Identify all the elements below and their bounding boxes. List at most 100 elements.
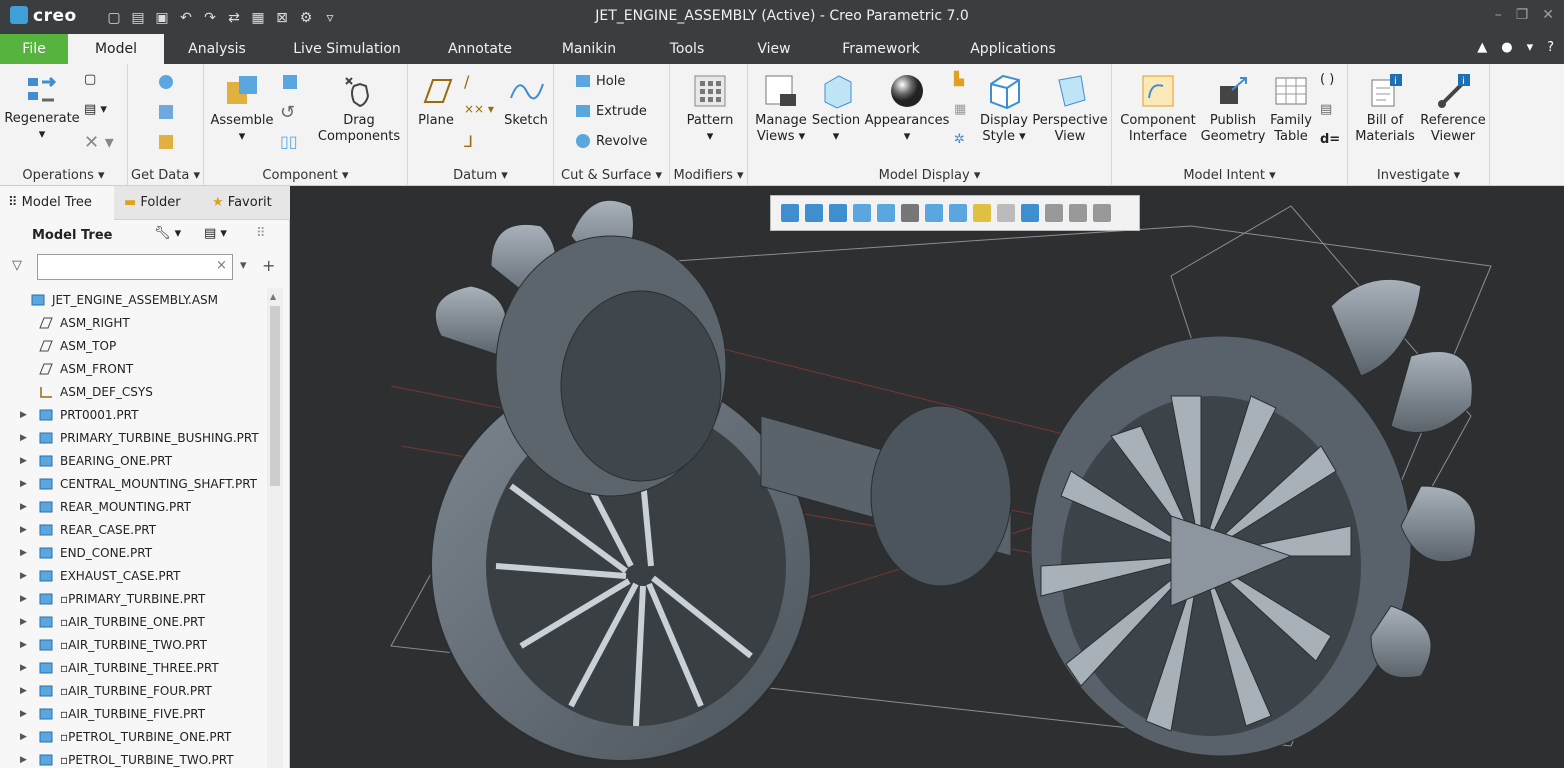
tab-view[interactable]: View [742,34,806,64]
drag-components-button[interactable]: Drag Components [312,72,406,145]
tree-item[interactable]: ▶ ▫AIR_TURBINE_FOUR.PRT [0,679,212,702]
tree-item[interactable]: ▶ ▫PRIMARY_TURBINE.PRT [0,587,205,610]
learning-icon[interactable]: ▾ [1527,40,1534,55]
spin-center-icon[interactable] [1021,204,1039,222]
view-manager-icon[interactable] [925,204,943,222]
maximize-icon[interactable]: ❐ [1516,7,1529,23]
pattern-button[interactable]: Pattern ▾ [678,72,742,145]
assemble-button[interactable]: Assemble ▾ [210,72,274,145]
family-table-button[interactable]: Family Table [1268,72,1314,145]
tree-columns-icon[interactable]: ▤ ▾ [204,226,227,241]
redo-icon[interactable]: ↷ [200,9,220,27]
component-group-label[interactable]: Component ▾ [204,168,407,183]
bill-of-materials-button[interactable]: i Bill of Materials [1352,72,1418,145]
tab-applications[interactable]: Applications [958,34,1068,64]
sketch-button[interactable]: Sketch [502,72,550,129]
tab-annotate[interactable]: Annotate [432,34,528,64]
component-interface-button[interactable]: Component Interface [1118,72,1198,145]
expand-arrow-icon[interactable]: ▶ [20,548,32,558]
exploded-view-icon[interactable]: ▙ [954,72,964,87]
tree-item[interactable]: ▶ CENTRAL_MOUNTING_SHAFT.PRT [0,472,257,495]
clear-filter-icon[interactable]: × [216,258,227,273]
create-component-icon[interactable] [280,72,300,92]
parameters-icon[interactable]: ( ) [1320,72,1334,87]
help-icon[interactable]: ? [1547,40,1554,55]
get-data-group-label[interactable]: Get Data ▾ [128,168,203,183]
revolve-button[interactable]: Revolve [574,132,647,150]
tree-item[interactable]: ASM_RIGHT [0,311,130,334]
undo-icon[interactable]: ↶ [176,9,196,27]
section-dropdown-icon[interactable]: ▾ [833,129,840,144]
copy-geometry-icon[interactable] [156,102,176,122]
expand-arrow-icon[interactable]: ▶ [20,410,32,420]
shrinkwrap-icon[interactable] [156,132,176,152]
triangle-display-icon[interactable] [1045,204,1063,222]
perspective-toolbar-icon[interactable] [949,204,967,222]
mirror-component-icon[interactable]: ▯▯ [280,132,298,151]
perspective-view-button[interactable]: Perspective View [1032,72,1108,145]
expand-arrow-icon[interactable]: ▶ [20,525,32,535]
model-display-group-label[interactable]: Model Display ▾ [748,168,1111,183]
tab-live-simulation[interactable]: Live Simulation [280,34,414,64]
tree-item[interactable]: ▶ REAR_MOUNTING.PRT [0,495,191,518]
tree-item[interactable]: ▶ ▫AIR_TURBINE_FIVE.PRT [0,702,205,725]
graphics-area[interactable] [291,186,1564,768]
expand-arrow-icon[interactable]: ▶ [20,686,32,696]
user-icon[interactable]: ● [1501,40,1512,55]
tab-framework[interactable]: Framework [826,34,936,64]
relations-icon[interactable]: ▤ [1320,102,1332,117]
expand-arrow-icon[interactable]: ▶ [20,640,32,650]
zoom-out-icon[interactable] [829,204,847,222]
tab-folder-browser[interactable]: ▬ Folder [116,186,202,220]
cut-surface-group-label[interactable]: Cut & Surface ▾ [554,168,669,183]
tree-item[interactable]: ASM_DEF_CSYS [0,380,153,403]
tree-item[interactable]: ▶ ▫PETROL_TURBINE_ONE.PRT [0,725,231,748]
user-defined-feature-icon[interactable] [156,72,176,92]
expand-arrow-icon[interactable]: ▶ [20,502,32,512]
tree-item[interactable]: ▶ ▫PETROL_TURBINE_TWO.PRT [0,748,234,768]
expand-arrow-icon[interactable]: ▶ [20,709,32,719]
datum-group-label[interactable]: Datum ▾ [408,168,553,183]
investigate-group-label[interactable]: Investigate ▾ [1348,168,1489,183]
paste-icon[interactable]: ▤ ▾ [84,102,107,117]
tree-item[interactable]: ASM_TOP [0,334,116,357]
toggle-status-icon[interactable]: ✲ [954,132,965,147]
d-equals-button[interactable]: d= [1320,132,1340,147]
tree-item[interactable]: ▶ BEARING_ONE.PRT [0,449,172,472]
tree-item[interactable]: ASM_FRONT [0,357,133,380]
expand-arrow-icon[interactable]: ▶ [20,594,32,604]
tree-item[interactable]: ▶ PRT0001.PRT [0,403,138,426]
manage-views-button[interactable]: Manage Views ▾ [752,72,810,145]
tree-item[interactable]: ▶ END_CONE.PRT [0,541,152,564]
tab-favorites[interactable]: ★ Favorit [204,186,290,220]
tree-item[interactable]: ▶ ▫AIR_TURBINE_ONE.PRT [0,610,205,633]
customize-icon[interactable]: ▿ [320,9,340,27]
section-button[interactable]: Section ▾ [810,72,862,145]
appearances-dropdown-icon[interactable]: ▾ [904,129,911,144]
zoom-in-icon[interactable] [805,204,823,222]
expand-arrow-icon[interactable]: ▶ [20,571,32,581]
datum-axis-icon[interactable]: / [464,72,469,91]
close-window-icon[interactable]: ⊠ [272,9,292,27]
minimize-icon[interactable]: – [1495,7,1502,23]
tab-model[interactable]: Model [68,34,164,64]
repaint-icon[interactable] [853,204,871,222]
modifiers-group-label[interactable]: Modifiers ▾ [670,168,747,183]
display-style-button[interactable]: Display Style ▾ [976,72,1032,145]
regenerate-small-icon[interactable]: ⇄ [224,9,244,27]
regenerate-button[interactable]: Regenerate ▾ [4,72,80,143]
hole-button[interactable]: Hole [574,72,625,90]
record-icon[interactable] [1093,204,1111,222]
scroll-up-icon[interactable]: ▲ [270,292,276,301]
operations-group-label[interactable]: Operations ▾ [0,168,127,183]
edit-position-icon[interactable]: ▦ [954,102,966,117]
assemble-dropdown-icon[interactable]: ▾ [239,129,246,144]
tab-manikin[interactable]: Manikin [548,34,630,64]
settings-icon[interactable]: ⚙ [296,9,316,27]
expand-arrow-icon[interactable]: ▶ [20,755,32,765]
datum-display-icon[interactable] [973,204,991,222]
expand-arrow-icon[interactable]: ▶ [20,732,32,742]
saved-orientations-icon[interactable] [901,204,919,222]
model-intent-group-label[interactable]: Model Intent ▾ [1112,168,1347,183]
windows-icon[interactable]: ▦ [248,9,268,27]
